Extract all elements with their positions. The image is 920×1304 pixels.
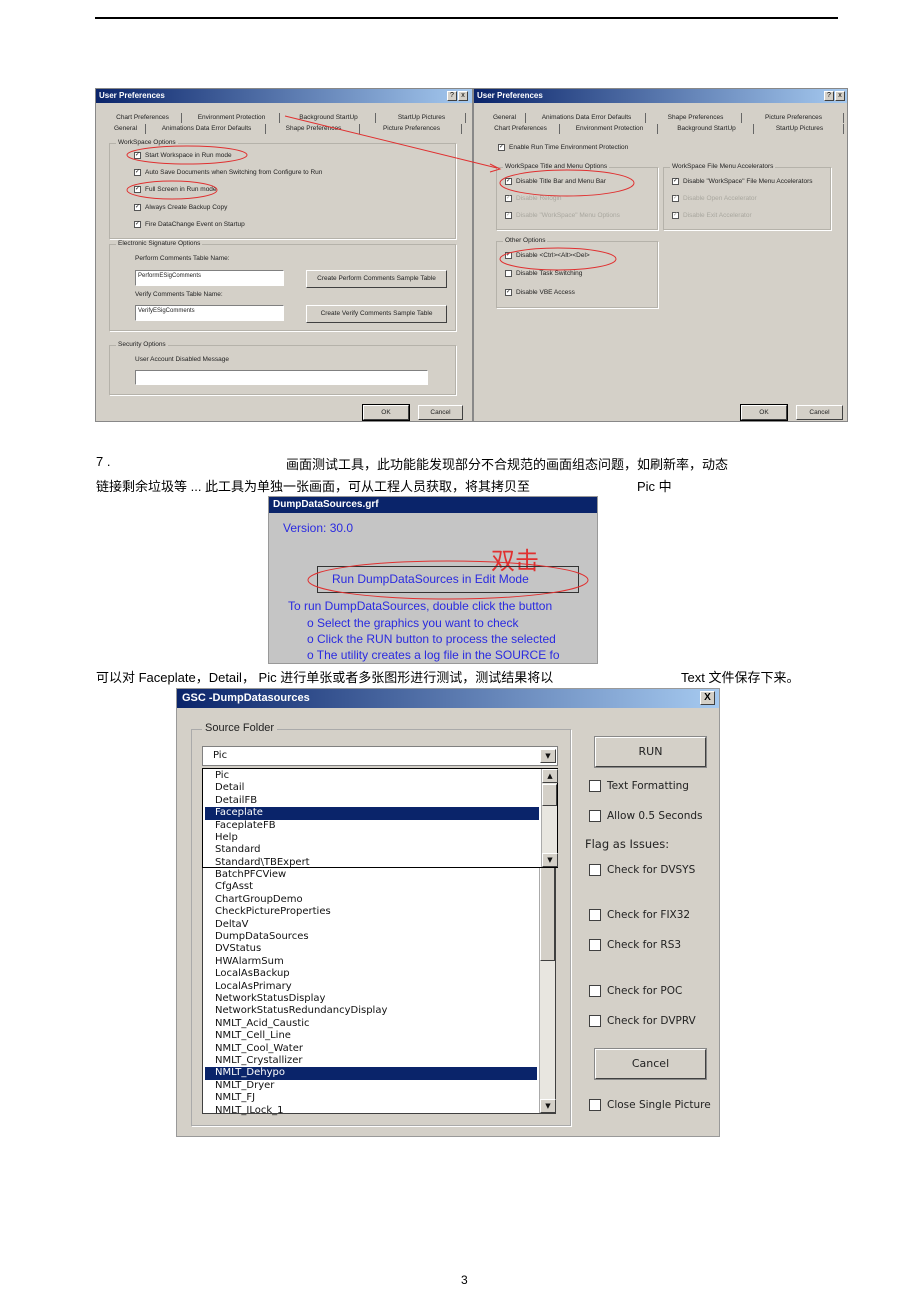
list-item[interactable]: NMLT_Crystallizer — [213, 1055, 537, 1067]
annotation-arrow — [284, 115, 498, 169]
list-item[interactable]: FaceplateFB — [213, 820, 539, 832]
list-item[interactable]: NMLT_Cell_Line — [213, 1030, 537, 1042]
dropdown-scrollbar[interactable]: ▲ ▼ — [541, 769, 558, 867]
item-number: 7 . — [96, 454, 111, 469]
list-item[interactable]: NMLT_Dryer — [213, 1080, 537, 1092]
list-item[interactable]: NMLT_Dehypo — [205, 1067, 537, 1080]
group-label: Source Folder — [202, 722, 278, 734]
folder-dropdown-list[interactable]: Pic Detail DetailFB Faceplate FaceplateFB Hel… — [202, 768, 558, 868]
paragraph-text: 画面测试工具，此功能能发现部分不合规范的画面组态问题，如刷新率，动态 — [286, 457, 729, 472]
list-item[interactable]: Help — [213, 832, 539, 844]
step-text: o Click the RUN button to process the se… — [307, 632, 556, 646]
list-item[interactable]: DumpDataSources — [213, 931, 537, 943]
gsc-dumpdatasources-dialog: GSC -DumpDatasources X Source Folder Bat… — [176, 688, 720, 1137]
close-single-picture-checkbox[interactable]: Close Single Picture — [589, 1099, 711, 1111]
list-item[interactable]: LocalAsBackup — [213, 968, 537, 980]
check-option-checkbox[interactable]: Check for FIX32 — [589, 909, 690, 921]
scrollbar-thumb[interactable] — [542, 784, 557, 806]
list-item[interactable]: Standard — [213, 844, 539, 856]
list-item[interactable]: Detail — [213, 782, 539, 794]
check-option-checkbox[interactable]: Check for RS3 — [589, 939, 681, 951]
list-item[interactable]: Faceplate — [205, 807, 539, 820]
check-option-checkbox[interactable]: Check for DVPRV — [589, 1015, 696, 1027]
scrollbar-thumb[interactable] — [540, 861, 555, 961]
scroll-up-arrow-icon[interactable]: ▲ — [542, 769, 558, 783]
step-text: o Select the graphics you want to check — [307, 616, 519, 630]
title-bar: GSC -DumpDatasources — [177, 689, 719, 708]
cancel-button[interactable]: Cancel — [594, 1048, 707, 1080]
list-item[interactable]: NetworkStatusRedundancyDisplay — [213, 1005, 537, 1017]
list-item[interactable]: BatchPFCView — [213, 869, 537, 881]
list-item[interactable]: NMLT_FJ — [213, 1092, 537, 1104]
allow-half-second-checkbox[interactable]: Allow 0.5 Seconds — [589, 810, 703, 822]
list-item[interactable]: NMLT_Cool_Water — [213, 1043, 537, 1055]
close-button[interactable]: X — [700, 691, 715, 705]
list-item[interactable]: HWAlarmSum — [213, 956, 537, 968]
source-folder-combobox[interactable]: Pic ▼ — [202, 746, 558, 766]
list-item[interactable]: CfgAsst — [213, 881, 537, 893]
annotation-ellipse — [126, 145, 248, 165]
list-item[interactable]: Pic — [213, 770, 539, 782]
dumpdatasources-screenshot: DumpDataSources.grf Version: 30.0 双击 Run… — [268, 496, 598, 664]
text-formatting-checkbox[interactable]: Text Formatting — [589, 780, 689, 792]
combobox-value: Pic — [213, 750, 228, 761]
chevron-down-icon[interactable]: ▼ — [540, 749, 556, 763]
annotation-ellipse — [499, 247, 617, 271]
dialog-title: GSC -DumpDatasources — [182, 692, 310, 704]
run-button[interactable]: RUN — [594, 736, 707, 768]
annotation-ellipse — [499, 169, 635, 197]
list-item[interactable]: Standard\TBExpert — [213, 857, 539, 869]
check-option-checkbox[interactable]: Check for DVSYS — [589, 864, 695, 876]
paragraph-text: 可以对 Faceplate，Detail， Pic 进行单张或者多张图形进行测试… — [96, 670, 554, 685]
instructions-text: To run DumpDataSources, double click the… — [288, 599, 553, 613]
paragraph-text: 链接剩余垃圾等 ... 此工具为单独一张画面，可从工程人员获取，将其拷贝至 — [96, 479, 531, 494]
list-item[interactable]: CheckPictureProperties — [213, 906, 537, 918]
page-number: 3 — [461, 1273, 468, 1287]
check-option-checkbox[interactable]: Check for POC — [589, 985, 682, 997]
scroll-down-arrow-icon[interactable]: ▼ — [542, 853, 558, 867]
step-text: o The utility creates a log file in the … — [307, 648, 560, 662]
list-item[interactable]: DVStatus — [213, 943, 537, 955]
list-item[interactable]: DetailFB — [213, 795, 539, 807]
scroll-down-arrow-icon[interactable]: ▼ — [540, 1099, 556, 1113]
list-item[interactable]: NMLT_Acid_Caustic — [213, 1018, 537, 1030]
annotation-ellipse — [126, 180, 218, 200]
list-item[interactable]: DeltaV — [213, 919, 537, 931]
list-item[interactable]: NMLT_ILock_1 — [213, 1105, 537, 1117]
list-item[interactable]: LocalAsPrimary — [213, 981, 537, 993]
red-annotation-overlay — [126, 115, 635, 271]
list-item[interactable]: NetworkStatusDisplay — [213, 993, 537, 1005]
flag-as-issues-label: Flag as Issues: — [585, 837, 670, 851]
list-item[interactable]: ChartGroupDemo — [213, 894, 537, 906]
paragraph-text: Text 文件保存下来。 — [681, 670, 800, 685]
paragraph-text: Pic 中 — [637, 479, 672, 494]
